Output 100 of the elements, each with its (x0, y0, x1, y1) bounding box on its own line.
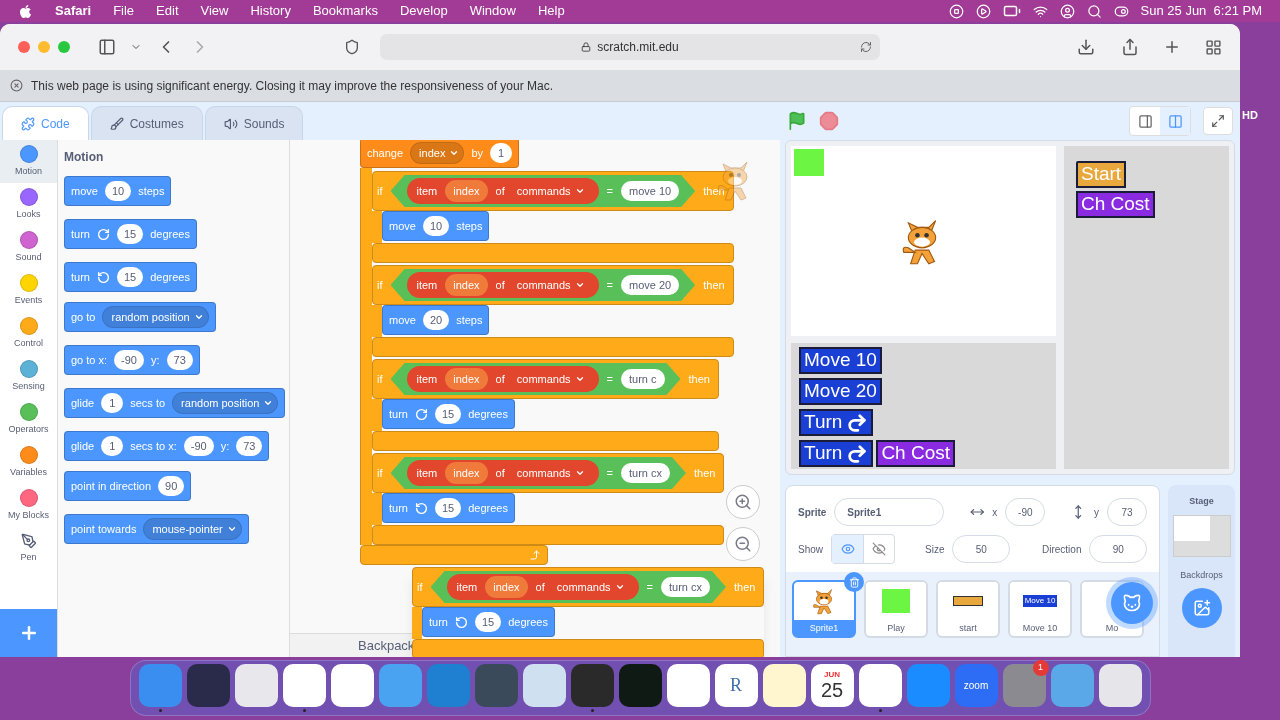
address-field[interactable]: scratch.mit.edu (380, 34, 880, 60)
dropdown-menu[interactable]: mouse-pointer (143, 517, 242, 541)
apple-icon[interactable] (18, 3, 33, 19)
label-sprite[interactable]: Turn (799, 440, 874, 467)
menu-item[interactable]: Edit (156, 1, 179, 21)
tab-overview-icon[interactable] (1205, 38, 1222, 56)
category-item[interactable]: Sound (0, 226, 57, 269)
menu-item[interactable]: History (250, 1, 291, 21)
app-icon[interactable] (570, 663, 614, 712)
code-block[interactable]: go to random position (64, 302, 216, 332)
number-input[interactable]: 1 (101, 435, 124, 457)
menu-item[interactable]: Window (469, 1, 516, 21)
play-icon[interactable] (975, 3, 991, 19)
code-block[interactable]: glide 1 secs to random position (64, 388, 286, 418)
category-item[interactable]: My Blocks (0, 484, 57, 527)
code-block[interactable]: move 10 steps (64, 176, 172, 206)
if-block[interactable]: if item index of commands = turn cx then (372, 453, 725, 493)
dropdown-menu[interactable]: commands (512, 182, 589, 200)
show-button[interactable] (832, 535, 863, 563)
category-item[interactable]: Pen (0, 527, 57, 570)
number-input[interactable]: 15 (116, 223, 144, 245)
label-sprite[interactable]: Ch Cost (876, 440, 955, 467)
sprite-card[interactable]: Move 10 Move 10 (1008, 580, 1072, 638)
stop-icon[interactable] (819, 111, 839, 131)
code-block[interactable]: move 10 steps (382, 211, 490, 241)
flag-icon[interactable] (787, 111, 807, 131)
equals-operator[interactable]: item index of commands = move 10 (390, 175, 696, 207)
code-block[interactable]: point in direction 90 (64, 471, 192, 501)
backpack-bar[interactable]: Backpack (290, 633, 412, 657)
text-input[interactable]: turn cx (661, 576, 710, 598)
app-icon[interactable] (282, 663, 326, 712)
share-icon[interactable] (1121, 38, 1139, 56)
category-item[interactable]: Operators (0, 398, 57, 441)
dropdown-menu[interactable]: commands (512, 464, 589, 482)
dropdown-menu[interactable]: commands (512, 370, 589, 388)
code-block[interactable]: go to x: -90 y: 73 (64, 345, 200, 375)
control-center-icon[interactable] (1113, 3, 1129, 19)
number-input[interactable]: 1 (490, 142, 512, 164)
close-icon[interactable] (10, 79, 23, 92)
app-icon[interactable] (858, 663, 902, 712)
code-block[interactable]: turn 15 degrees (422, 607, 555, 637)
equals-operator[interactable]: item index of commands = turn c (390, 363, 681, 395)
text-input[interactable]: move 10 (621, 180, 680, 202)
user-icon[interactable] (1059, 3, 1075, 19)
shield-icon[interactable] (344, 39, 360, 55)
category-item[interactable]: Sensing (0, 355, 57, 398)
add-backdrop-button[interactable] (1181, 588, 1222, 628)
editor-tab[interactable]: Sounds (204, 106, 304, 140)
text-input[interactable]: move 20 (621, 274, 680, 296)
list-item-reporter[interactable]: item index of commands (406, 272, 599, 298)
menu-item[interactable]: Bookmarks (312, 1, 378, 21)
zoom-in-button[interactable] (726, 485, 760, 519)
if-block[interactable]: if item index of commands = move 20 then (372, 265, 734, 305)
menu-item[interactable]: Develop (399, 1, 448, 21)
search-icon[interactable] (1086, 3, 1102, 19)
dropdown-menu[interactable]: random position (102, 305, 209, 329)
code-block[interactable]: move 20 steps (382, 305, 490, 335)
sprite-card[interactable]: start (936, 580, 1000, 638)
wifi-icon[interactable] (1032, 3, 1048, 19)
stage-selector[interactable]: Stage Backdrops (1168, 485, 1235, 657)
close-button[interactable] (18, 41, 30, 53)
if-block[interactable]: if item index of commands = turn c then (372, 359, 719, 399)
menu-item[interactable]: View (200, 1, 229, 21)
text-input[interactable]: turn cx (621, 462, 670, 484)
number-input[interactable]: 20 (422, 309, 450, 331)
zoom-out-button[interactable] (726, 527, 760, 561)
sprite-card[interactable]: Play (864, 580, 928, 638)
number-input[interactable]: 1 (101, 392, 124, 414)
number-input[interactable]: -90 (183, 435, 214, 457)
label-sprite[interactable]: Turn (799, 409, 874, 436)
list-item-reporter[interactable]: item index of commands (446, 574, 639, 600)
number-input[interactable]: 15 (434, 497, 462, 519)
delete-button[interactable] (844, 572, 864, 592)
category-item[interactable]: Looks (0, 183, 57, 226)
code-block[interactable]: turn 15 degrees (382, 493, 515, 523)
code-block[interactable]: point towards mouse-pointer (64, 514, 249, 544)
label-sprite[interactable]: Move 10 (799, 347, 882, 374)
number-input[interactable]: 15 (474, 611, 502, 633)
if-block[interactable]: if item index of commands = turn cx then (412, 567, 765, 607)
equals-operator[interactable]: item index of commands = turn cx (390, 457, 686, 489)
code-block[interactable]: turn 15 degrees (382, 399, 515, 429)
code-block[interactable]: change index by 1 (360, 140, 519, 168)
number-input[interactable]: -90 (114, 349, 144, 371)
number-input[interactable]: 73 (166, 349, 193, 371)
backpack-label[interactable]: Backpack (358, 635, 415, 656)
equals-operator[interactable]: item index of commands = move 20 (390, 269, 696, 301)
menu-item[interactable]: Safari (55, 1, 92, 21)
list-item-reporter[interactable]: item index of commands (406, 178, 599, 204)
fullscreen-button[interactable] (1203, 107, 1233, 135)
label-sprite[interactable]: Ch Cost (1076, 191, 1155, 218)
equals-operator[interactable]: item index of commands = turn cx (430, 571, 726, 603)
new-tab-icon[interactable] (1163, 38, 1181, 56)
number-input[interactable]: 90 (158, 475, 185, 497)
sidebar-icon[interactable] (98, 38, 116, 56)
menu-item[interactable]: File (113, 1, 135, 21)
number-input[interactable]: 10 (422, 215, 450, 237)
category-item[interactable]: Control (0, 312, 57, 355)
if-block[interactable]: if item index of commands = move 10 then (372, 171, 734, 211)
list-item-reporter[interactable]: item index of commands (406, 460, 599, 486)
number-input[interactable]: 15 (434, 403, 462, 425)
